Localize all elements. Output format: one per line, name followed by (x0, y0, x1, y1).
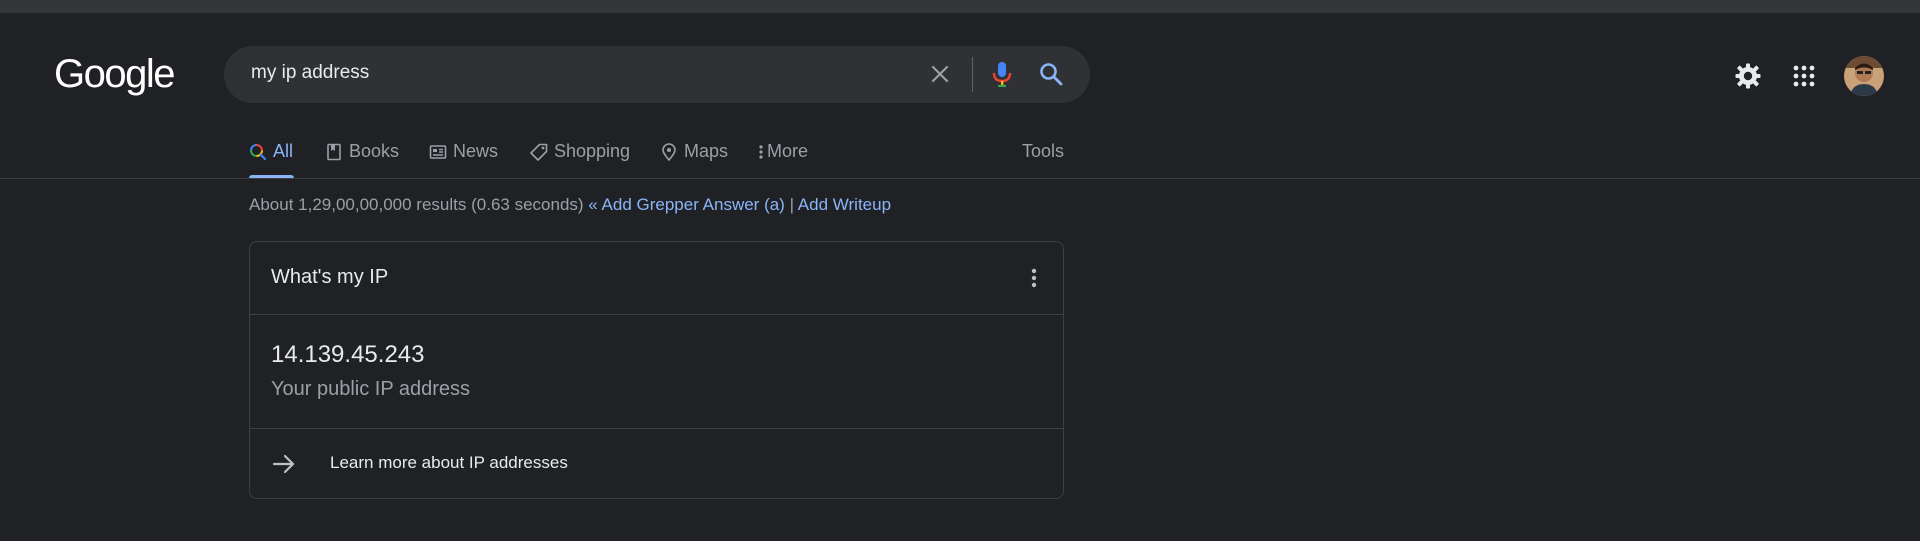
tab-label: Maps (684, 141, 729, 161)
news-icon (429, 145, 447, 159)
search-input[interactable]: my ip address (251, 62, 369, 84)
link-separator: | (789, 195, 794, 214)
search-divider (972, 57, 973, 92)
book-icon (327, 143, 341, 161)
microphone-icon[interactable] (990, 60, 1014, 88)
browser-top-strip (0, 0, 1920, 13)
card-title: What's my IP (271, 266, 389, 288)
learn-more-text: Learn more about IP addresses (330, 453, 568, 472)
tab-news[interactable]: News (429, 140, 498, 179)
search-icon (250, 144, 267, 161)
tab-all[interactable]: All (249, 140, 293, 179)
card-header: What's my IP (250, 242, 1063, 315)
more-options-icon[interactable] (1022, 266, 1046, 290)
learn-more-link[interactable]: Learn more about IP addresses (250, 429, 1063, 499)
settings-gear-icon[interactable] (1734, 62, 1762, 90)
clear-icon[interactable] (928, 62, 952, 86)
header-divider (0, 178, 1920, 179)
tab-label: Books (349, 141, 400, 161)
tools-label: Tools (1022, 141, 1065, 161)
tab-label: News (453, 141, 499, 161)
result-stats: About 1,29,00,00,000 results (0.63 secon… (249, 195, 891, 215)
tab-shopping[interactable]: Shopping (530, 140, 630, 179)
search-icon[interactable] (1038, 61, 1064, 87)
google-logo[interactable]: Google (54, 52, 175, 97)
tab-books[interactable]: Books (325, 140, 399, 179)
arrow-right-icon (272, 454, 295, 474)
ip-address-value: 14.139.45.243 (271, 341, 425, 368)
tag-icon (530, 143, 548, 161)
more-vert-icon (759, 145, 763, 159)
add-writeup-link[interactable]: Add Writeup (798, 195, 891, 214)
search-box[interactable]: my ip address (224, 46, 1090, 103)
tab-label: Shopping (554, 141, 631, 161)
apps-grid-icon[interactable] (1792, 64, 1816, 88)
map-pin-icon (662, 143, 676, 161)
account-avatar[interactable] (1844, 56, 1884, 96)
tab-more[interactable]: More (757, 140, 808, 179)
tools-button[interactable]: Tools (1022, 140, 1064, 179)
add-grepper-answer-link[interactable]: « Add Grepper Answer (a) (588, 195, 785, 214)
ip-address-caption: Your public IP address (271, 378, 471, 400)
tab-maps[interactable]: Maps (660, 140, 728, 179)
tab-label: All (273, 141, 294, 161)
result-count: About 1,29,00,00,000 results (0.63 secon… (249, 195, 584, 214)
ip-answer-card: What's my IP 14.139.45.243 Your public I… (249, 241, 1064, 499)
tab-label: More (767, 141, 809, 161)
